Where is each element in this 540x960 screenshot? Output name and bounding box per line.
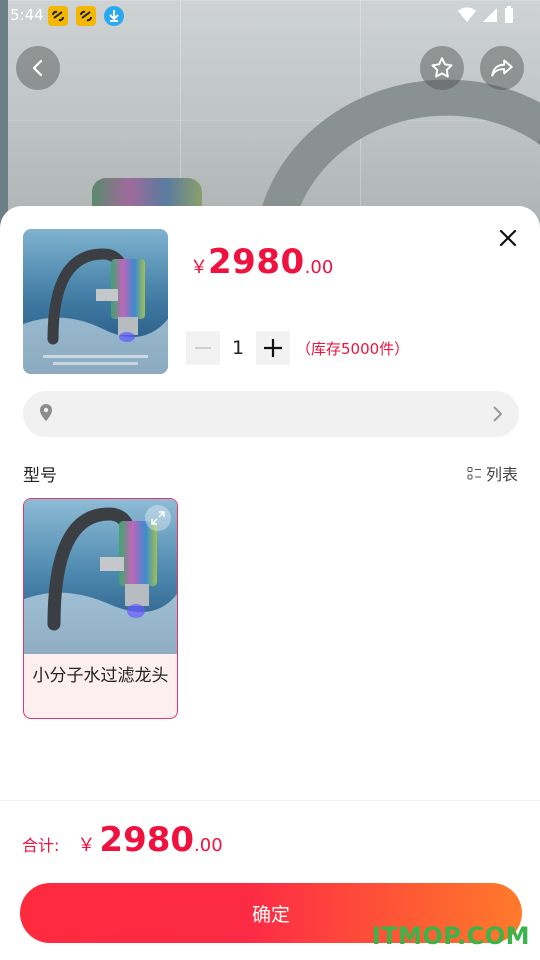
total-integer: 2980: [99, 820, 195, 860]
quantity-stepper: 1 （库存5000件）: [186, 331, 409, 365]
link-app-icon: [48, 6, 68, 26]
variant-label: 小分子水过滤龙头: [32, 666, 169, 686]
chevron-left-icon: [32, 59, 43, 77]
close-icon: [499, 229, 517, 247]
favorite-button[interactable]: [420, 46, 464, 90]
link-app-icon-2: [76, 6, 96, 26]
decrease-button[interactable]: [186, 331, 220, 365]
product-thumbnail[interactable]: [23, 229, 168, 374]
price-symbol: ￥: [190, 257, 208, 278]
plus-icon: [264, 339, 282, 357]
expand-image-button[interactable]: [145, 505, 171, 531]
variant-section-title: 型号: [23, 466, 57, 486]
star-icon: [431, 57, 453, 78]
price-integer: 2980: [208, 242, 305, 282]
total-label: 合计:: [22, 836, 60, 855]
status-time: 5:44: [10, 6, 44, 24]
back-button[interactable]: [16, 46, 60, 90]
stock-text: （库存5000件）: [296, 339, 410, 358]
download-icon: [104, 6, 124, 26]
minus-icon: [195, 347, 211, 349]
watermark: ITMOP.COM: [371, 922, 530, 950]
increase-button[interactable]: [256, 331, 290, 365]
list-view-icon: [467, 466, 481, 479]
footer-divider: [0, 800, 540, 801]
price: ￥2980.00: [190, 242, 333, 282]
location-pin-icon: [40, 404, 52, 421]
battery-icon: [505, 6, 513, 23]
address-selector[interactable]: [23, 391, 519, 437]
total-price: 合计: ￥ 2980 .00: [22, 820, 223, 860]
variant-option[interactable]: 小分子水过滤龙头: [23, 498, 178, 719]
price-decimal: .00: [304, 257, 334, 278]
wifi-icon: [458, 7, 476, 23]
close-button[interactable]: [496, 226, 520, 250]
expand-icon: [151, 511, 165, 525]
signal-icon: [483, 8, 497, 22]
quantity-value[interactable]: 1: [220, 337, 256, 359]
list-mode-label: 列表: [485, 465, 518, 484]
confirm-label: 确定: [251, 903, 290, 926]
total-symbol: ￥: [77, 835, 96, 856]
list-mode-toggle[interactable]: 列表: [467, 461, 518, 485]
total-decimal: .00: [194, 835, 223, 856]
chevron-right-icon: [493, 406, 503, 422]
share-button[interactable]: [480, 46, 524, 90]
status-bar: 5:44: [0, 0, 540, 32]
share-arrow-icon: [491, 59, 513, 77]
